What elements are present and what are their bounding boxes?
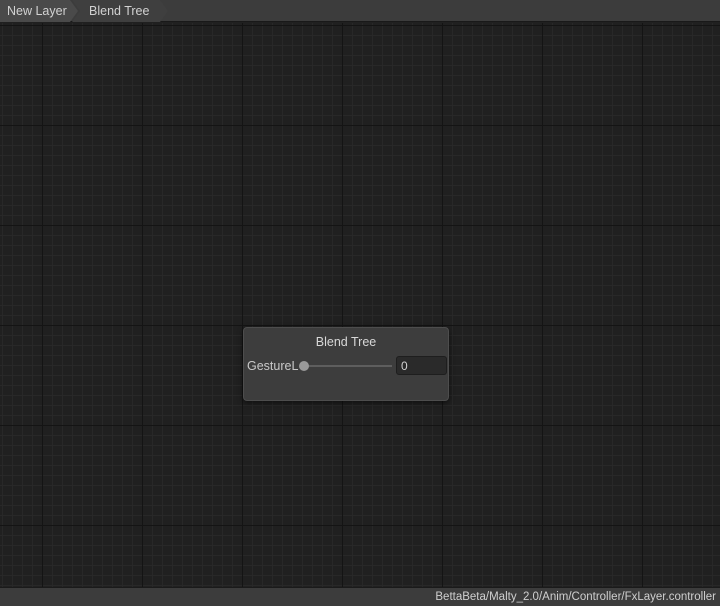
parameter-value-field[interactable] — [396, 356, 447, 375]
status-bar: BettaBeta/Malty_2.0/Anim/Controller/FxLa… — [0, 587, 720, 606]
blend-tree-node[interactable]: Blend Tree GestureL — [243, 327, 449, 401]
parameter-label: GestureL — [247, 359, 299, 373]
breadcrumb-item-new-layer[interactable]: New Layer — [0, 0, 78, 22]
node-title: Blend Tree — [315, 335, 377, 349]
breadcrumb-item-blend-tree[interactable]: Blend Tree — [72, 0, 168, 22]
breadcrumb-item-label: New Layer — [7, 4, 67, 18]
parameter-slider-handle[interactable] — [299, 361, 309, 371]
asset-path: BettaBeta/Malty_2.0/Anim/Controller/FxLa… — [435, 591, 716, 603]
graph-canvas[interactable]: Blend Tree GestureL — [0, 23, 720, 587]
parameter-slider-track[interactable] — [302, 365, 392, 367]
breadcrumb-item-label: Blend Tree — [89, 4, 150, 18]
breadcrumb: New Layer Blend Tree — [0, 0, 720, 22]
